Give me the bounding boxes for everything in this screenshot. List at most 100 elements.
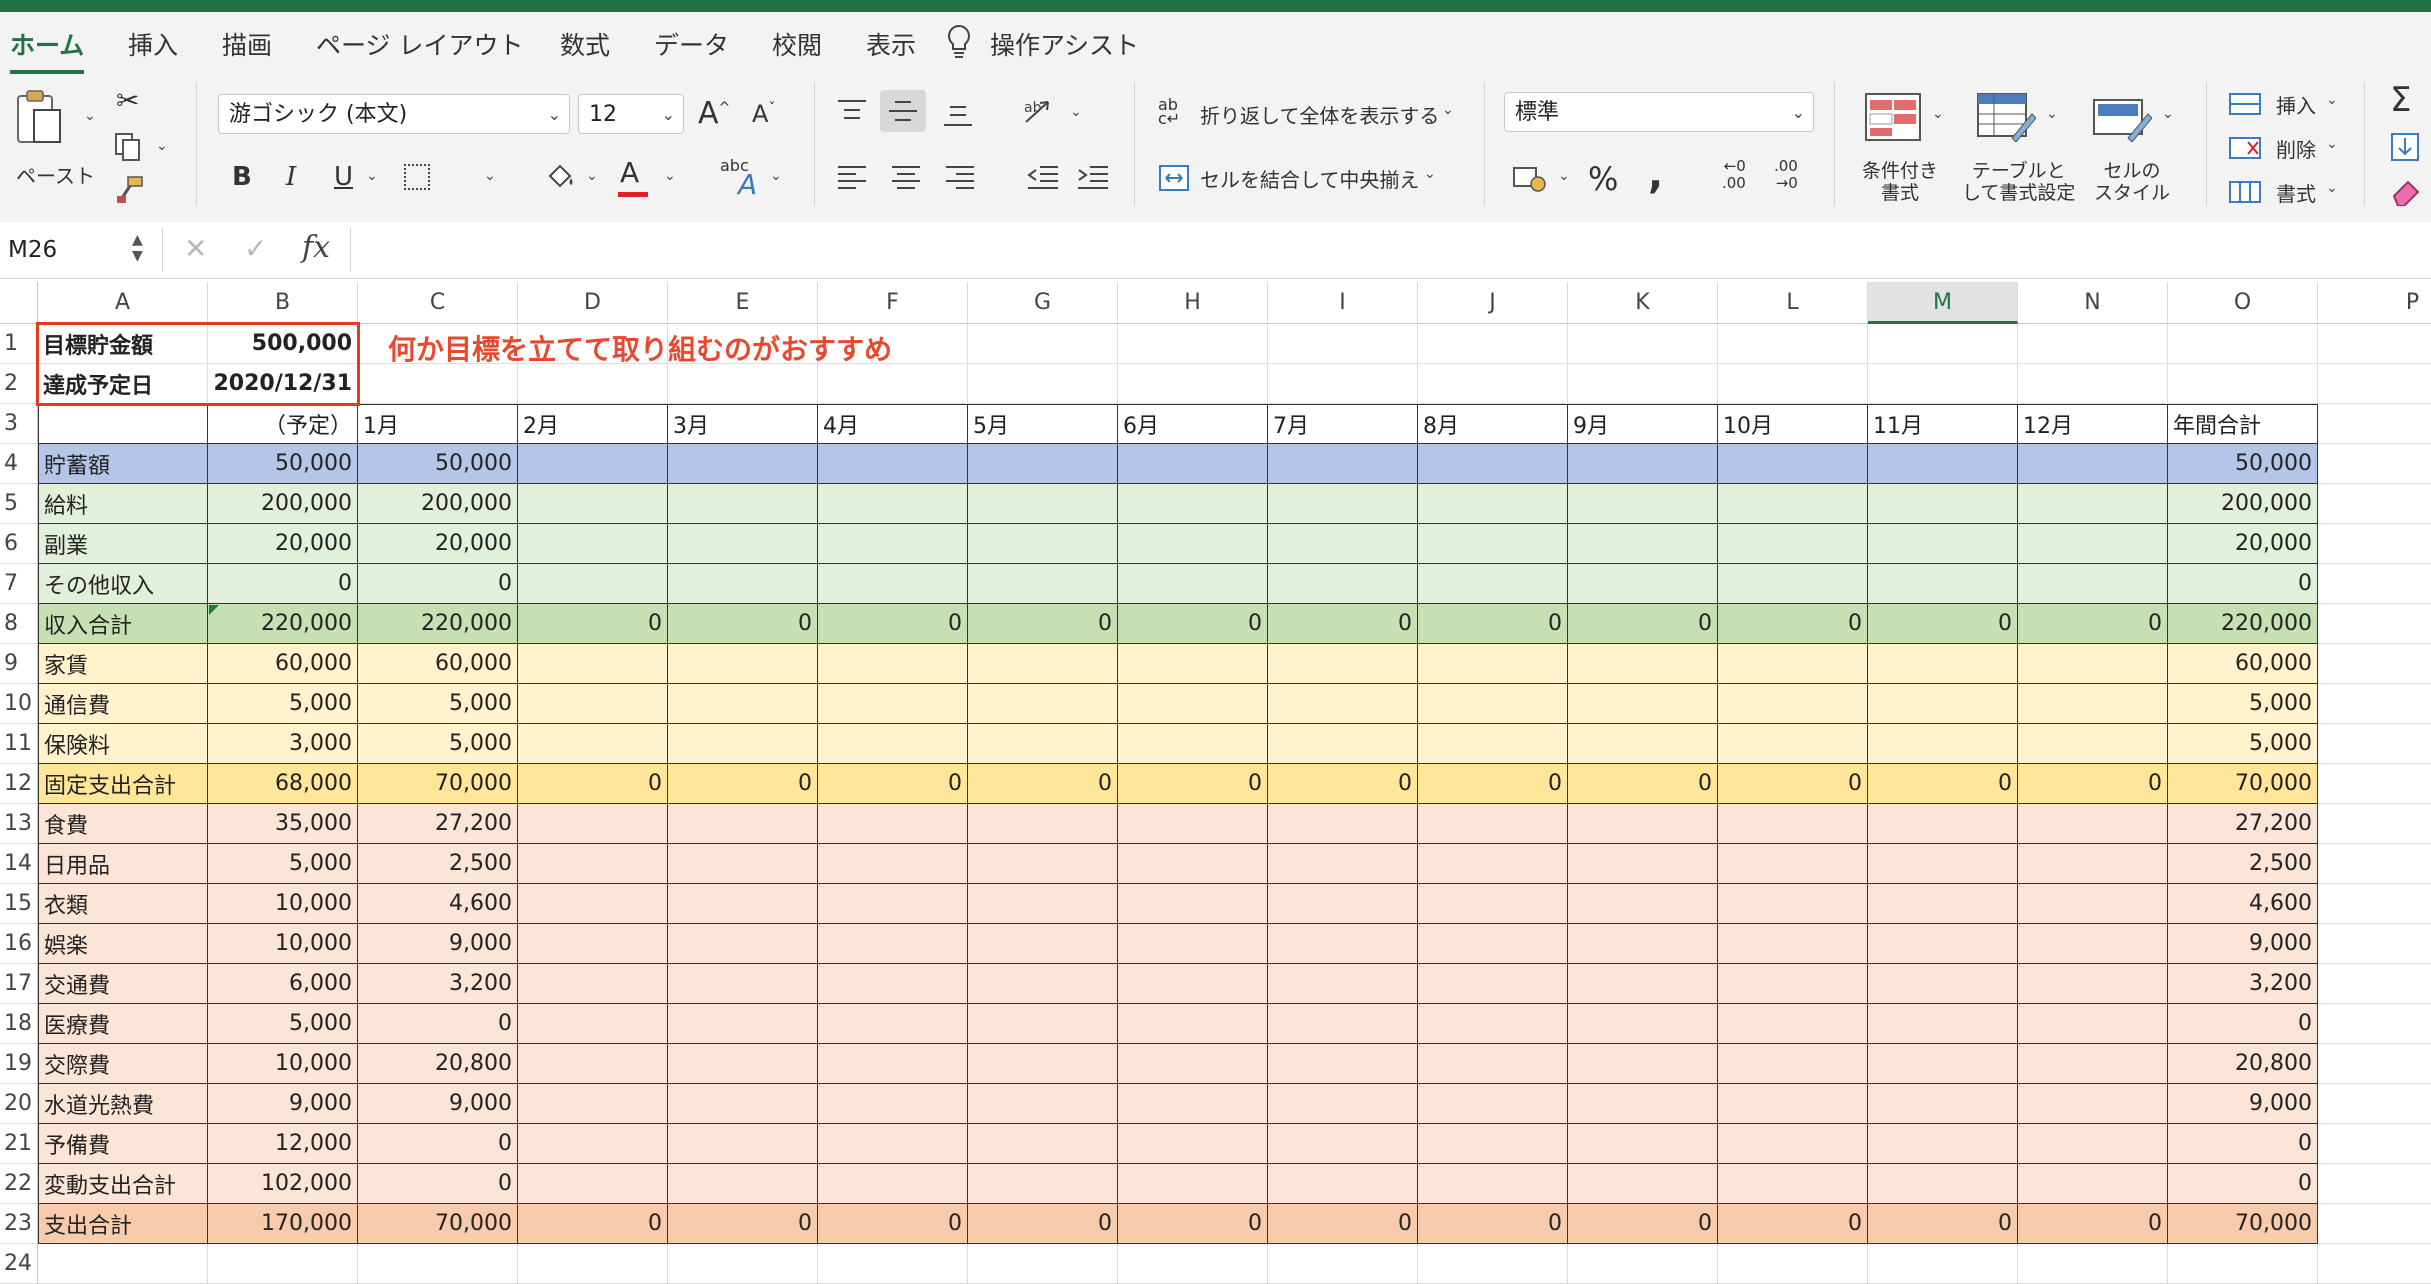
name-box-stepper-icon[interactable]: ▲ ▼ — [132, 232, 143, 264]
cell-m14[interactable] — [1868, 844, 2018, 884]
cell-o12[interactable]: 70,000 — [2168, 764, 2318, 804]
cell-m22[interactable] — [1868, 1164, 2018, 1204]
cell-a13[interactable]: 食費 — [38, 804, 208, 844]
cell-n8[interactable]: 0 — [2018, 604, 2168, 644]
cell-g4[interactable] — [968, 444, 1118, 484]
align-top-icon[interactable] — [836, 98, 868, 124]
cell-e5[interactable] — [668, 484, 818, 524]
cell-o20[interactable]: 9,000 — [2168, 1084, 2318, 1124]
cell-n12[interactable]: 0 — [2018, 764, 2168, 804]
format-painter-icon[interactable] — [114, 174, 146, 206]
cell-l18[interactable] — [1718, 1004, 1868, 1044]
cell-b23[interactable]: 170,000 — [208, 1204, 358, 1244]
cell-g11[interactable] — [968, 724, 1118, 764]
cell-l22[interactable] — [1718, 1164, 1868, 1204]
cell-c10[interactable]: 5,000 — [358, 684, 518, 724]
cell-f2[interactable] — [818, 364, 968, 404]
column-header-b[interactable]: B — [208, 282, 358, 324]
wrap-text-dropdown-icon[interactable]: ⌄ — [1442, 102, 1454, 118]
tab-page-layout[interactable]: ページ レイアウト — [316, 26, 523, 62]
cell-h19[interactable] — [1118, 1044, 1268, 1084]
cell-e13[interactable] — [668, 804, 818, 844]
cell-e19[interactable] — [668, 1044, 818, 1084]
comma-button[interactable]: , — [1648, 152, 1663, 198]
cell-c17[interactable]: 3,200 — [358, 964, 518, 1004]
cell-i2[interactable] — [1268, 364, 1418, 404]
cell-h22[interactable] — [1118, 1164, 1268, 1204]
merge-center-button[interactable]: セルを結合して中央揃え — [1200, 164, 1419, 193]
cell-h9[interactable] — [1118, 644, 1268, 684]
cell-j13[interactable] — [1418, 804, 1568, 844]
cell-g19[interactable] — [968, 1044, 1118, 1084]
cell-a14[interactable]: 日用品 — [38, 844, 208, 884]
cell-f4[interactable] — [818, 444, 968, 484]
cell-d24[interactable] — [518, 1244, 668, 1284]
cell-d14[interactable] — [518, 844, 668, 884]
cell-e9[interactable] — [668, 644, 818, 684]
cell-l9[interactable] — [1718, 644, 1868, 684]
cell-b16[interactable]: 10,000 — [208, 924, 358, 964]
cell-i23[interactable]: 0 — [1268, 1204, 1418, 1244]
cell-n20[interactable] — [2018, 1084, 2168, 1124]
column-header-p[interactable]: P — [2318, 282, 2431, 324]
tab-tell-me[interactable]: 操作アシスト — [990, 26, 1139, 62]
cell-h5[interactable] — [1118, 484, 1268, 524]
cell-o17[interactable]: 3,200 — [2168, 964, 2318, 1004]
cell-a10[interactable]: 通信費 — [38, 684, 208, 724]
cell-p5[interactable] — [2318, 484, 2431, 524]
cell-k17[interactable] — [1568, 964, 1718, 1004]
cell-h4[interactable] — [1118, 444, 1268, 484]
cell-m15[interactable] — [1868, 884, 2018, 924]
cell-f8[interactable]: 0 — [818, 604, 968, 644]
row-header[interactable]: 21 — [0, 1124, 38, 1164]
autosum-icon[interactable]: Σ — [2390, 80, 2411, 120]
increase-decimal-button[interactable]: ←0.00 — [1722, 158, 1746, 192]
cell-d3[interactable]: 2月 — [518, 404, 668, 444]
cell-n1[interactable] — [2018, 324, 2168, 364]
font-size-dropdown[interactable]: 12 ⌄ — [578, 94, 684, 134]
cell-p14[interactable] — [2318, 844, 2431, 884]
cell-m8[interactable]: 0 — [1868, 604, 2018, 644]
cell-c9[interactable]: 60,000 — [358, 644, 518, 684]
cell-k24[interactable] — [1568, 1244, 1718, 1284]
tab-view[interactable]: 表示 — [866, 26, 916, 62]
format-cells-button[interactable]: 書式 — [2276, 178, 2316, 207]
row-header[interactable]: 19 — [0, 1044, 38, 1084]
cell-a7[interactable]: その他収入 — [38, 564, 208, 604]
cell-m6[interactable] — [1868, 524, 2018, 564]
cell-j18[interactable] — [1418, 1004, 1568, 1044]
cell-a18[interactable]: 医療費 — [38, 1004, 208, 1044]
cell-p1[interactable] — [2318, 324, 2431, 364]
phonetic-dropdown-icon[interactable]: ⌄ — [770, 168, 782, 184]
cell-e20[interactable] — [668, 1084, 818, 1124]
underline-dropdown-icon[interactable]: ⌄ — [366, 168, 378, 184]
cell-g17[interactable] — [968, 964, 1118, 1004]
cell-g18[interactable] — [968, 1004, 1118, 1044]
cell-n9[interactable] — [2018, 644, 2168, 684]
row-header[interactable]: 9 — [0, 644, 38, 684]
cell-k7[interactable] — [1568, 564, 1718, 604]
cell-i14[interactable] — [1268, 844, 1418, 884]
italic-button[interactable]: I — [286, 162, 296, 192]
cell-p19[interactable] — [2318, 1044, 2431, 1084]
cell-o11[interactable]: 5,000 — [2168, 724, 2318, 764]
row-header[interactable]: 2 — [0, 364, 38, 404]
cell-o21[interactable]: 0 — [2168, 1124, 2318, 1164]
align-right-icon[interactable] — [944, 164, 976, 192]
cell-n19[interactable] — [2018, 1044, 2168, 1084]
cell-l2[interactable] — [1718, 364, 1868, 404]
cell-styles-dropdown-icon[interactable]: ⌄ — [2162, 106, 2174, 122]
cell-c11[interactable]: 5,000 — [358, 724, 518, 764]
cell-b19[interactable]: 10,000 — [208, 1044, 358, 1084]
cell-f18[interactable] — [818, 1004, 968, 1044]
cell-o9[interactable]: 60,000 — [2168, 644, 2318, 684]
cell-c15[interactable]: 4,600 — [358, 884, 518, 924]
tab-data[interactable]: データ — [654, 26, 729, 62]
fill-color-icon[interactable] — [544, 160, 576, 194]
orientation-dropdown-icon[interactable]: ⌄ — [1070, 104, 1082, 120]
cell-l12[interactable]: 0 — [1718, 764, 1868, 804]
cell-i13[interactable] — [1268, 804, 1418, 844]
row-header[interactable]: 23 — [0, 1204, 38, 1244]
cell-f6[interactable] — [818, 524, 968, 564]
cell-d9[interactable] — [518, 644, 668, 684]
